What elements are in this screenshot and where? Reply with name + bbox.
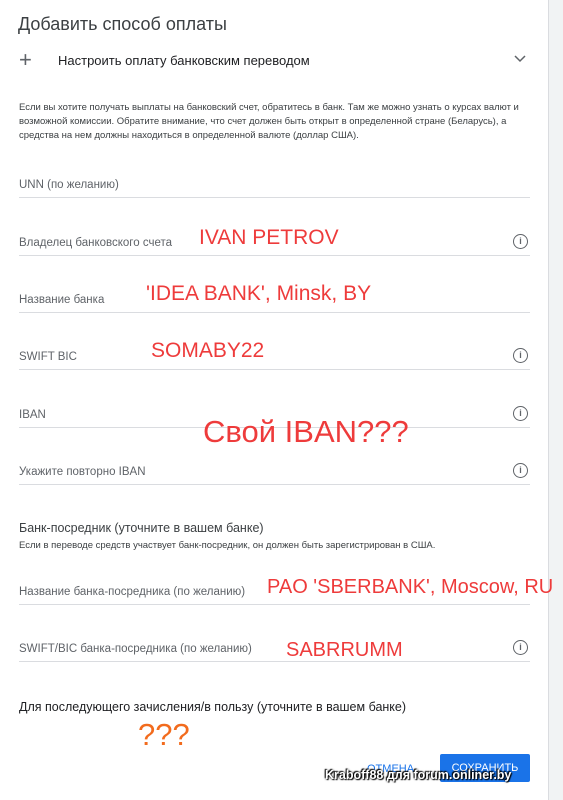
iban-repeat-field[interactable]: Укажите повторно IBAN i [19, 456, 530, 485]
annotation-further-credit: ??? [138, 717, 190, 752]
annotation-intermediary-swift: SABRRUMM [286, 639, 403, 661]
intermediary-swift-field[interactable]: SWIFT/BIC банка-посредника (по желанию) … [19, 633, 530, 662]
bank-name-label: Название банка [19, 294, 105, 306]
plus-icon[interactable]: + [19, 49, 32, 71]
bank-transfer-section-toggle[interactable]: Настроить оплату банковским переводом [58, 53, 310, 68]
unn-label: UNN (по желанию) [19, 179, 119, 191]
annotation-owner: IVAN PETROV [199, 226, 339, 249]
info-icon[interactable]: i [513, 406, 528, 421]
panel-edge [548, 0, 549, 800]
bank-instructions-text: Если вы хотите получать выплаты на банко… [19, 102, 519, 141]
iban-label: IBAN [19, 409, 46, 421]
annotation-intermediary-bank: PAO 'SBERBANK', Moscow, RU [267, 576, 554, 598]
iban-repeat-label: Укажите повторно IBAN [19, 466, 146, 478]
intermediary-swift-label: SWIFT/BIC банка-посредника (по желанию) [19, 643, 252, 655]
watermark: Kraboff88 для forum.onliner.by [325, 768, 512, 782]
unn-field[interactable]: UNN (по желанию) [19, 169, 530, 198]
swift-bic-field[interactable]: SWIFT BIC i [19, 341, 530, 370]
info-icon[interactable]: i [513, 463, 528, 478]
swift-bic-label: SWIFT BIC [19, 351, 77, 363]
annotation-bank: 'IDEA BANK', Minsk, BY [146, 282, 372, 305]
intermediary-bank-heading: Банк-посредник (уточните в вашем банке) [19, 521, 264, 535]
further-credit-label: Для последующего зачисления/в пользу (ут… [19, 700, 407, 714]
annotation-iban-question: Свой IBAN??? [203, 414, 409, 449]
page-title: Добавить способ оплаты [18, 14, 227, 34]
intermediary-bank-note: Если в переводе средств участвует банк-п… [19, 540, 436, 551]
intermediary-bank-name-label: Название банка-посредника (по желанию) [19, 586, 246, 598]
info-icon[interactable]: i [513, 234, 528, 249]
annotation-swift: SOMABY22 [151, 339, 265, 362]
payment-form-panel: Добавить способ оплаты + Настроить оплат… [0, 0, 548, 800]
info-icon[interactable]: i [513, 640, 528, 655]
chevron-down-icon[interactable] [514, 55, 526, 63]
account-owner-label: Владелец банковского счета [19, 237, 172, 249]
info-icon[interactable]: i [513, 348, 528, 363]
